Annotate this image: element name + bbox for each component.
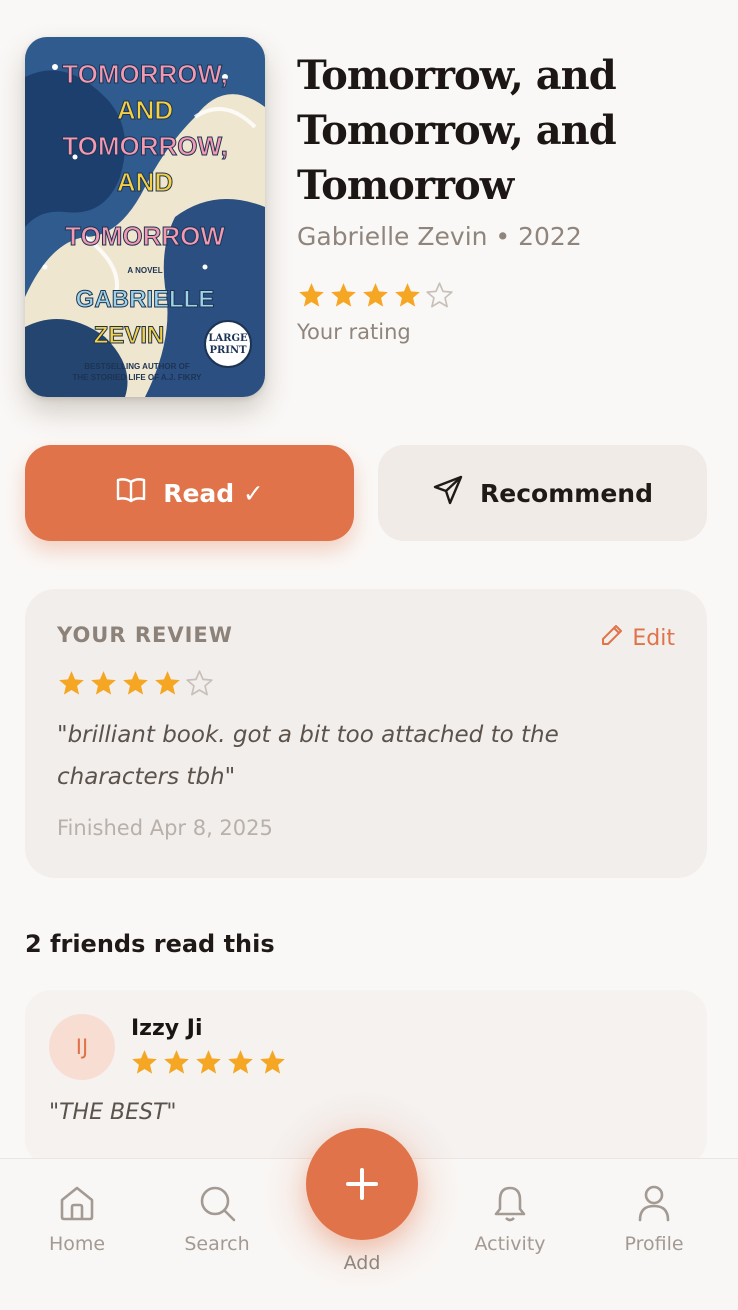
finished-date: Finished Apr 8, 2025 bbox=[57, 816, 273, 840]
nav-home-label: Home bbox=[48, 1233, 106, 1255]
rating-label: Your rating bbox=[297, 320, 411, 344]
book-cover: TOMORROW, AND TOMORROW, AND TOMORROW A N… bbox=[25, 37, 265, 397]
star-filled-icon bbox=[59, 671, 84, 695]
recommend-button[interactable]: Recommend bbox=[378, 445, 707, 541]
friend-name: Izzy Ji bbox=[131, 1016, 203, 1041]
read-button-label: Read ✓ bbox=[163, 478, 264, 508]
svg-text:THE STORIED LIFE OF A.J. FIKRY: THE STORIED LIFE OF A.J. FIKRY bbox=[72, 373, 202, 382]
home-icon bbox=[60, 1186, 94, 1221]
star-filled-icon bbox=[155, 671, 180, 695]
nav-search[interactable]: Search bbox=[157, 1183, 277, 1255]
svg-text:TOMORROW,: TOMORROW, bbox=[62, 131, 228, 161]
star-filled-icon bbox=[132, 1050, 157, 1074]
svg-text:AND: AND bbox=[117, 167, 173, 197]
recommend-button-label: Recommend bbox=[480, 478, 653, 508]
star-filled-icon bbox=[228, 1050, 253, 1074]
user-rating-stars[interactable] bbox=[297, 281, 454, 314]
avatar: IJ bbox=[49, 1014, 115, 1080]
star-filled-icon bbox=[196, 1050, 221, 1074]
search-icon bbox=[200, 1186, 236, 1222]
book-author-year: Gabrielle Zevin • 2022 bbox=[297, 222, 582, 251]
star-empty-icon bbox=[186, 670, 213, 696]
svg-text:A NOVEL: A NOVEL bbox=[127, 266, 162, 275]
svg-text:AND: AND bbox=[117, 95, 173, 125]
star-filled-icon bbox=[363, 283, 388, 307]
review-stars bbox=[57, 669, 214, 702]
send-icon bbox=[432, 474, 464, 512]
friend-rating-stars bbox=[130, 1048, 287, 1081]
star-filled-icon bbox=[91, 671, 116, 695]
friends-heading: 2 friends read this bbox=[25, 930, 275, 958]
nav-activity[interactable]: Activity bbox=[450, 1183, 570, 1255]
star-filled-icon bbox=[164, 1050, 189, 1074]
edit-review-button[interactable]: Edit bbox=[600, 623, 675, 653]
star-filled-icon bbox=[395, 283, 420, 307]
nav-add-label: Add bbox=[343, 1252, 381, 1274]
star-empty-icon bbox=[426, 282, 453, 308]
edit-label: Edit bbox=[632, 625, 675, 651]
friend-review-text: "THE BEST" bbox=[49, 1100, 177, 1125]
review-heading: YOUR REVIEW bbox=[57, 623, 233, 647]
svg-text:LARGE: LARGE bbox=[208, 333, 248, 344]
read-button[interactable]: Read ✓ bbox=[25, 445, 354, 541]
nav-profile-label: Profile bbox=[624, 1233, 684, 1255]
pencil-icon bbox=[600, 623, 624, 653]
svg-text:BESTSELLING AUTHOR OF: BESTSELLING AUTHOR OF bbox=[84, 362, 190, 371]
review-card: YOUR REVIEW Edit "brilliant book. got a … bbox=[25, 589, 707, 878]
svg-text:ZEVIN: ZEVIN bbox=[94, 322, 165, 349]
nav-home[interactable]: Home bbox=[17, 1183, 137, 1255]
star-filled-icon bbox=[299, 283, 324, 307]
add-button[interactable] bbox=[306, 1128, 418, 1240]
svg-text:TOMORROW,: TOMORROW, bbox=[62, 59, 228, 89]
book-open-icon bbox=[115, 476, 147, 510]
svg-text:TOMORROW: TOMORROW bbox=[65, 221, 225, 251]
review-text: "brilliant book. got a bit too attached … bbox=[57, 722, 559, 790]
nav-activity-label: Activity bbox=[474, 1233, 546, 1255]
star-filled-icon bbox=[331, 283, 356, 307]
plus-icon bbox=[346, 1168, 378, 1200]
bell-icon bbox=[494, 1186, 526, 1222]
star-filled-icon bbox=[123, 671, 148, 695]
user-icon bbox=[638, 1185, 670, 1222]
nav-profile[interactable]: Profile bbox=[594, 1183, 714, 1255]
svg-text:GABRIELLE: GABRIELLE bbox=[76, 286, 215, 313]
star-filled-icon bbox=[260, 1050, 285, 1074]
book-title: Tomorrow, and Tomorrow, and Tomorrow bbox=[297, 52, 617, 209]
svg-text:PRINT: PRINT bbox=[209, 345, 247, 356]
nav-search-label: Search bbox=[184, 1233, 250, 1255]
